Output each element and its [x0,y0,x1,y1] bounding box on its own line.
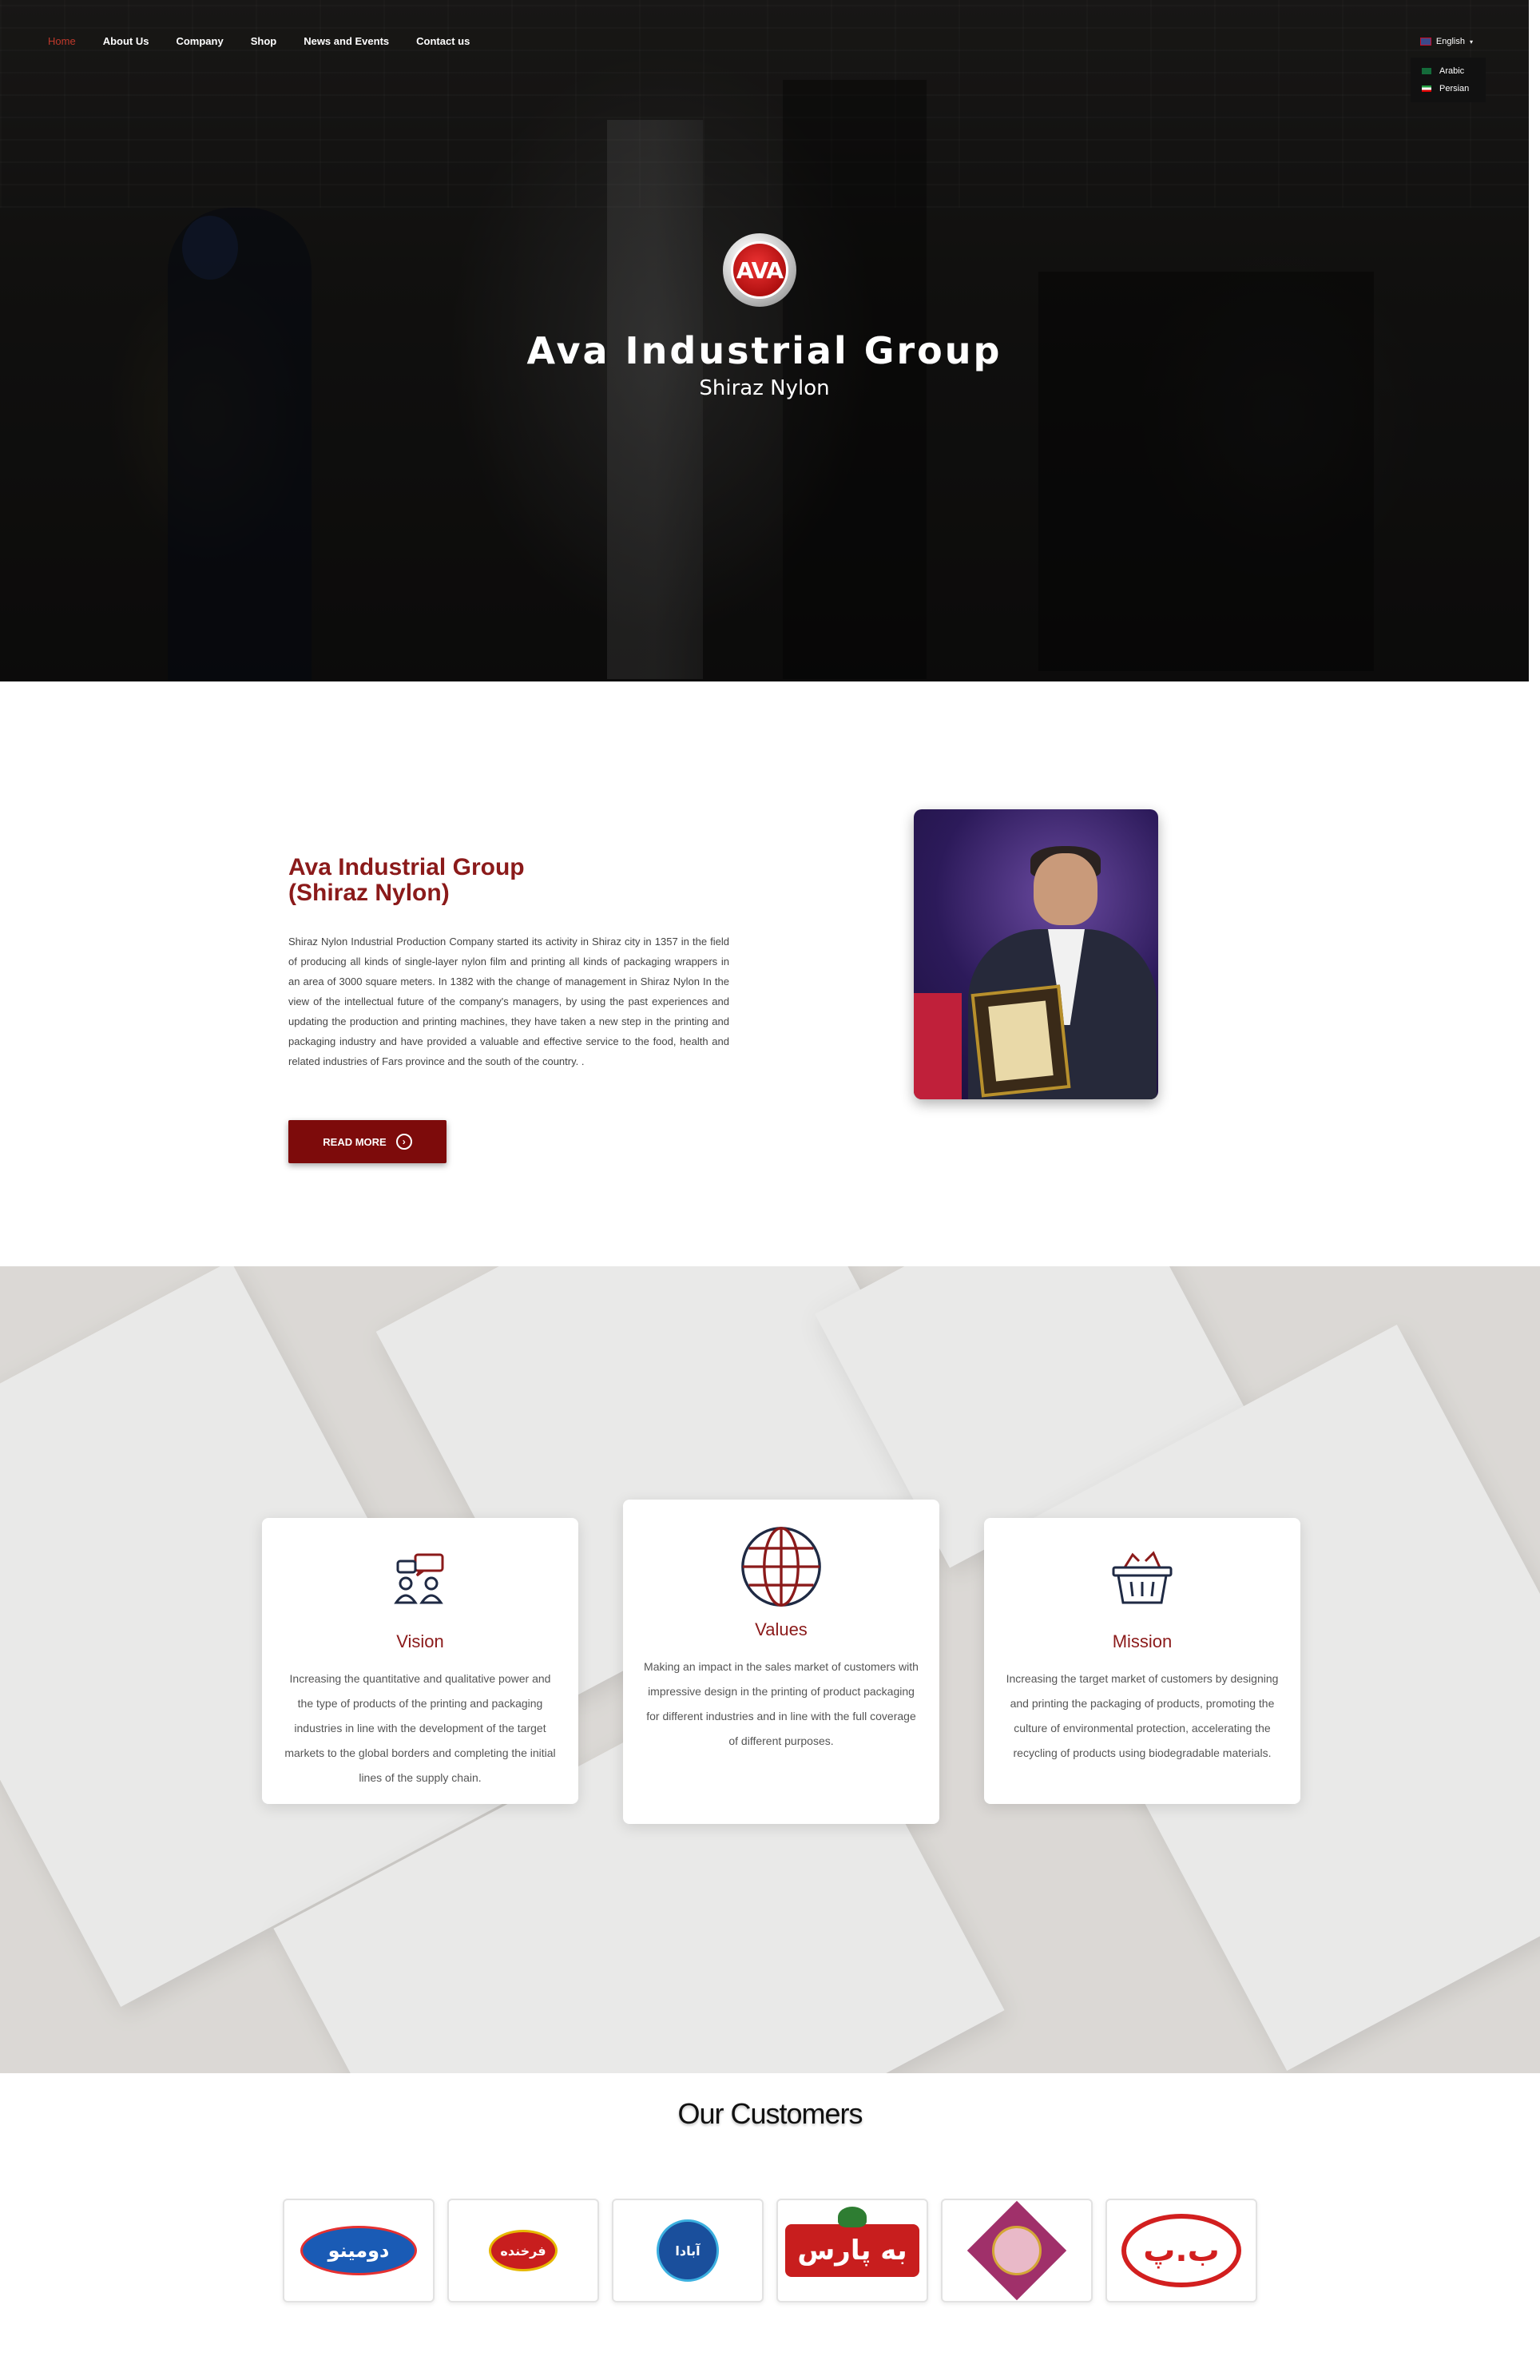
language-option-label: Arabic [1439,66,1465,76]
about-title-line1: Ava Industrial Group [288,854,525,880]
ceo-photo-backdrop [914,993,962,1099]
customer-logo-ladan[interactable] [941,2199,1093,2303]
main-nav: Home About Us Company Shop News and Even… [48,35,497,47]
customers-title: Our Customers [677,2097,863,2130]
nav-shop[interactable]: Shop [251,35,277,47]
vision-text: Increasing the quantitative and qualitat… [284,1672,556,1784]
read-more-button[interactable]: READ MORE › [288,1120,447,1163]
hero-title: Ava Industrial Group [526,329,1002,372]
values-card: Values Making an impact in the sales mar… [623,1500,939,1824]
mission-title: Mission [1112,1631,1173,1651]
hero-subtitle: Shiraz Nylon [699,376,830,400]
vision-title: Vision [396,1631,444,1651]
about-title-line2: (Shiraz Nylon) [288,880,450,906]
iran-flag-icon [1422,85,1431,92]
customer-logo-behparas[interactable]: به پارس [776,2199,928,2303]
nav-company[interactable]: Company [176,35,223,47]
nav-contact-us[interactable]: Contact us [416,35,470,47]
ceo-photo-award-frame [970,984,1071,1098]
nav-about-us[interactable]: About Us [103,35,149,47]
abada-logo-text: آبادا [675,2243,701,2259]
about-title: Ava Industrial Group (Shiraz Nylon) [288,855,768,906]
customer-logos: دومینو فرخنده آبادا به پارس ب.پ [283,2199,1257,2303]
globe-icon [740,1525,823,1608]
mission-text: Increasing the target market of customer… [1006,1672,1279,1759]
language-current: English [1435,37,1465,46]
caret-down-icon: ▾ [1469,38,1473,46]
customer-logo-abada[interactable]: آبادا [612,2199,764,2303]
nav-home[interactable]: Home [48,35,76,47]
chevron-right-circle-icon: › [395,1134,412,1150]
ceo-photo [914,809,1158,1099]
language-option-label: Persian [1439,84,1470,93]
ava-logo[interactable]: AVA [723,233,796,307]
saudi-flag-icon [1422,68,1431,74]
mission-card: Mission Increasing the target market of … [984,1518,1300,1804]
people-chat-icon [379,1537,462,1620]
read-more-label: READ MORE [323,1135,387,1148]
language-option-arabic[interactable]: Arabic [1411,62,1486,80]
ladan-logo-emblem [966,2200,1067,2301]
values-section: Vision Increasing the quantitative and q… [0,1266,1540,2073]
customer-logo-domino[interactable]: دومینو [283,2199,435,2303]
language-option-persian[interactable]: Persian [1411,80,1486,97]
shopping-basket-icon [1101,1537,1184,1620]
domino-logo-text: دومینو [327,2239,390,2262]
customer-logo-farkhondeh[interactable]: فرخنده [447,2199,599,2303]
ava-logo-text: AVA [731,241,788,299]
farkhondeh-logo-text: فرخنده [500,2243,546,2259]
values-text: Making an impact in the sales market of … [644,1660,919,1747]
ceo-photo-face [1034,853,1097,925]
about-body: Shiraz Nylon Industrial Production Compa… [288,936,729,1067]
behparas-logo-text: به پارس [797,2235,907,2267]
vision-card: Vision Increasing the quantitative and q… [262,1518,578,1804]
language-selector[interactable]: English ▾ [1419,37,1473,46]
customer-logo-bp[interactable]: ب.پ [1105,2199,1257,2303]
uk-flag-icon [1419,38,1431,46]
nav-news-and-events[interactable]: News and Events [304,35,389,47]
bp-logo-text: ب.پ [1143,2232,1220,2269]
language-dropdown: Arabic Persian [1411,58,1486,102]
values-title: Values [755,1619,808,1639]
